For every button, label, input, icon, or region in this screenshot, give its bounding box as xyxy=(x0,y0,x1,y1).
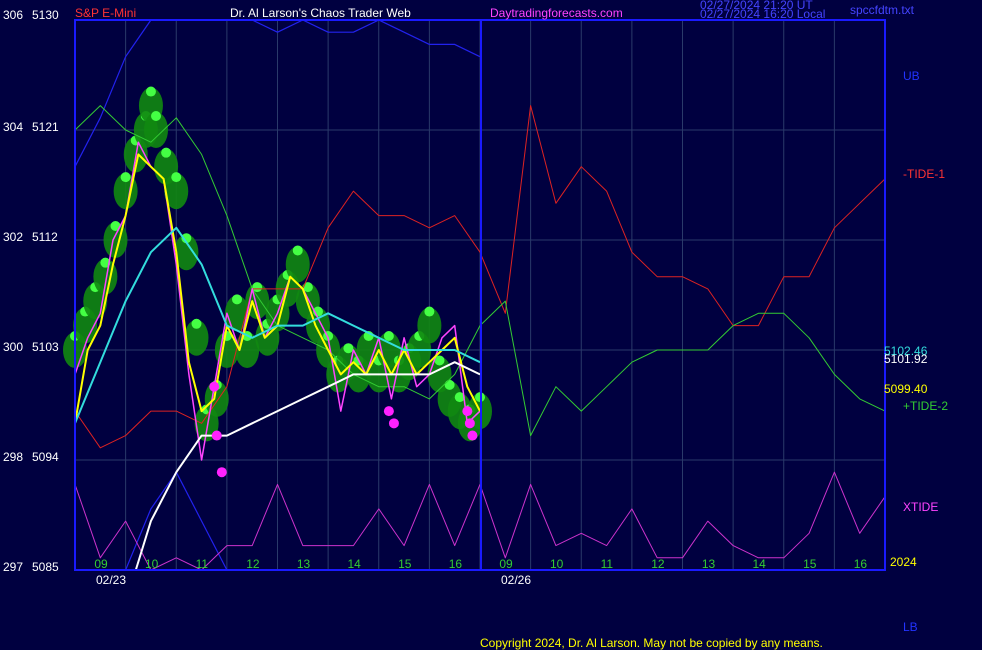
y-tick-inner: 5112 xyxy=(32,230,58,244)
green-marker-dot xyxy=(120,172,131,183)
x-tick-label: 16 xyxy=(854,557,868,571)
y-tick-inner: 5130 xyxy=(32,8,59,22)
x-tick-label: 09 xyxy=(499,557,513,571)
date-label-2: 02/26 xyxy=(501,573,531,587)
y-tick-outer: 306 xyxy=(3,8,23,22)
green-marker-dot xyxy=(232,294,242,305)
green-marker-dot xyxy=(145,86,156,97)
value-label-2: 5101.92 xyxy=(884,352,928,366)
y-tick-outer: 302 xyxy=(3,230,23,244)
magenta-marker xyxy=(211,430,222,441)
y-tick-outer: 304 xyxy=(3,120,23,134)
time-local: 02/27/2024 16:20 Local xyxy=(700,7,825,21)
ub-label: UB xyxy=(903,69,920,83)
year-label: 2024 xyxy=(890,555,917,569)
magenta-marker xyxy=(462,406,473,417)
value-label-3: 5099.40 xyxy=(884,382,928,396)
magenta-marker xyxy=(209,381,220,392)
magenta-marker xyxy=(388,418,399,429)
magenta-marker xyxy=(467,430,478,441)
x-tick-label: 12 xyxy=(651,557,665,571)
lb-label: LB xyxy=(903,620,918,634)
green-marker-dot xyxy=(343,343,354,354)
tide2-label: +TIDE-2 xyxy=(903,399,948,413)
author-title: Dr. Al Larson's Chaos Trader Web xyxy=(230,6,411,20)
x-tick-label: 10 xyxy=(145,557,159,571)
y-tick-inner: 5085 xyxy=(32,560,59,574)
xtide-label: XTIDE xyxy=(903,500,938,514)
y-tick-inner: 5121 xyxy=(32,120,59,134)
instrument-title: S&P E-Mini xyxy=(75,6,136,20)
green-marker-dot xyxy=(191,318,202,329)
green-marker-dot xyxy=(424,306,435,317)
magenta-marker xyxy=(464,418,475,429)
y-tick-inner: 5103 xyxy=(32,340,59,354)
data-file: spccfdtm.txt xyxy=(850,3,915,17)
magenta-marker xyxy=(216,467,227,478)
green-marker-dot xyxy=(161,147,172,158)
x-tick-label: 14 xyxy=(347,557,361,571)
x-tick-label: 13 xyxy=(297,557,311,571)
x-tick-label: 16 xyxy=(449,557,463,571)
green-marker-dot xyxy=(171,172,182,183)
x-tick-label: 14 xyxy=(752,557,766,571)
x-tick-label: 12 xyxy=(246,557,260,571)
y-tick-outer: 297 xyxy=(3,560,23,574)
date-label-1: 02/23 xyxy=(96,573,126,587)
copyright: Copyright 2024, Dr. Al Larson. May not b… xyxy=(480,636,823,650)
x-tick-label: 10 xyxy=(550,557,564,571)
magenta-marker xyxy=(383,406,394,417)
green-marker-dot xyxy=(444,379,455,390)
site-link[interactable]: Daytradingforecasts.com xyxy=(490,6,623,20)
x-tick-label: 15 xyxy=(803,557,817,571)
x-tick-label: 13 xyxy=(702,557,716,571)
green-marker-dot xyxy=(383,331,394,341)
tide1-label: -TIDE-1 xyxy=(903,167,945,181)
y-tick-outer: 298 xyxy=(3,450,23,464)
x-tick-label: 11 xyxy=(601,557,614,571)
x-tick-label: 15 xyxy=(398,557,412,571)
x-tick-label: 11 xyxy=(196,557,209,571)
green-marker-dot xyxy=(151,111,161,121)
chart-canvas: S&P E-Mini Dr. Al Larson's Chaos Trader … xyxy=(0,0,982,650)
y-tick-outer: 300 xyxy=(3,340,23,354)
x-tick-label: 09 xyxy=(94,557,108,571)
y-tick-inner: 5094 xyxy=(32,450,59,464)
green-marker-dot xyxy=(292,245,303,256)
